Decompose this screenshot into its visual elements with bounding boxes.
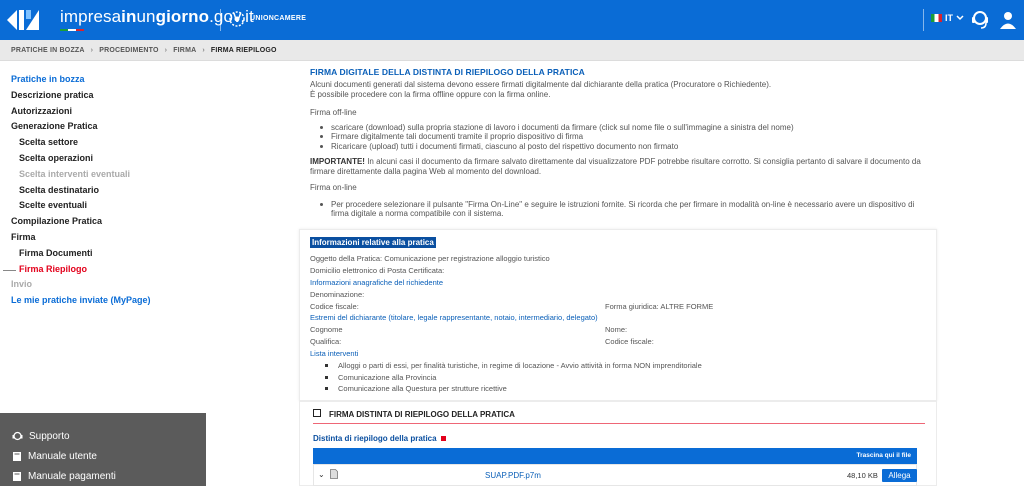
sidebar-item-scelta-destinatario[interactable]: Scelta destinatario [0, 183, 206, 199]
online-title: Firma on-line [310, 183, 357, 192]
header-divider [220, 9, 221, 31]
sidebar-item-invio: Invio [11, 279, 33, 290]
offline-steps-list: scaricare (download) sulla propria stazi… [319, 123, 929, 151]
payments-manual-link[interactable]: Manuale pagamenti [0, 466, 206, 486]
breadcrumb-item[interactable]: PRATICHE IN BOZZA [11, 47, 85, 54]
list-item: Ricaricare (upload) tutti i documenti fi… [319, 142, 929, 151]
logo-icon [7, 10, 39, 30]
attach-button[interactable]: Allega [882, 469, 917, 482]
support-link[interactable]: Supporto [0, 426, 206, 446]
sidebar-item-compilazione-pratica[interactable]: Compilazione Pratica [0, 214, 206, 230]
practice-info-panel: Informazioni relative alla pratica Ogget… [299, 229, 937, 401]
user-manual-link[interactable]: Manuale utente [0, 446, 206, 466]
support-icon [12, 431, 23, 440]
language-label: IT [945, 13, 953, 23]
info-anagrafiche-heading: Informazioni anagrafiche del richiedente [310, 278, 443, 287]
list-item: Comunicazione alla Provincia [320, 372, 702, 384]
chevron-down-icon[interactable]: ⌄ [318, 470, 325, 479]
sidebar-item-descrizione-pratica[interactable]: Descrizione pratica [0, 88, 206, 104]
help-headset-icon[interactable] [970, 9, 990, 31]
italy-flag-icon [931, 14, 942, 22]
intro-line-2: È possibile procedere con la firma offli… [310, 89, 551, 99]
breadcrumb-item[interactable]: PROCEDIMENTO [99, 47, 158, 54]
chevron-right-icon: › [202, 46, 205, 54]
list-item: Firmare digitalmente tali documenti tram… [319, 132, 929, 141]
italian-flag-stripe [60, 29, 84, 31]
info-codice-fiscale: Codice fiscale: [310, 302, 359, 311]
main-content: FIRMA DIGITALE DELLA DISTINTA DI RIEPILO… [206, 61, 1024, 486]
list-item: scaricare (download) sulla propria stazi… [319, 123, 929, 132]
user-icon[interactable] [998, 9, 1018, 31]
required-marker-icon [440, 436, 446, 441]
file-row: ⌄ SUAP.PDF.p7m 48,10 KB Allega [313, 464, 917, 486]
site-logo[interactable] [0, 0, 46, 40]
info-domicilio: Domicilio elettronico di Posta Certifica… [310, 266, 445, 275]
sign-panel: FIRMA DISTINTA DI RIEPILOGO DELLA PRATIC… [299, 401, 937, 486]
list-item: Per procedere selezionare il pulsante "F… [319, 200, 929, 219]
brand-name[interactable]: impresainungiorno.gov.it [60, 7, 254, 27]
info-codice-fiscale-dichiarante: Codice fiscale: [605, 337, 654, 346]
distinta-label-text: Distinta di riepilogo della pratica [313, 434, 437, 443]
chevron-right-icon: › [164, 46, 168, 54]
language-selector[interactable]: IT [931, 13, 964, 23]
online-steps-list: Per procedere selezionare il pulsante "F… [319, 200, 929, 219]
sidebar-item-scelta-interventi-eventuali: Scelta interventi eventuali [19, 168, 131, 179]
info-lista-interventi-heading: Lista interventi [310, 349, 359, 358]
file-name-link[interactable]: SUAP.PDF.p7m [485, 471, 541, 480]
support-label: Supporto [29, 430, 70, 442]
important-text: In alcuni casi il documento da firmare s… [310, 157, 921, 176]
sidebar-item-firma[interactable]: Firma [0, 230, 206, 246]
info-oggetto: Oggetto della Pratica: Comunicazione per… [310, 254, 550, 263]
book-icon [13, 471, 21, 481]
sidebar-item-mypage[interactable]: Le mie pratiche inviate (MyPage) [0, 293, 206, 309]
sidebar-item-scelte-eventuali[interactable]: Scelte eventuali [0, 198, 206, 214]
top-header: impresainungiorno.gov.it UNIONCAMERE IT [0, 0, 1024, 40]
payments-manual-label: Manuale pagamenti [28, 470, 116, 482]
file-icon[interactable] [330, 469, 338, 479]
sidebar-item-scelta-operazioni[interactable]: Scelta operazioni [0, 151, 206, 167]
sign-checkbox[interactable] [313, 409, 321, 417]
sidebar-item-scelta-settore[interactable]: Scelta settore [0, 135, 206, 151]
breadcrumb: PRATICHE IN BOZZA › PROCEDIMENTO › FIRMA… [0, 40, 1024, 61]
info-denominazione: Denominazione: [310, 290, 365, 299]
file-drop-zone[interactable]: Trascina qui il file [313, 448, 917, 464]
info-cognome: Cognome [310, 325, 343, 334]
breadcrumb-current: FIRMA RIEPILOGO [210, 46, 277, 54]
unioncamere-logo-icon [229, 11, 245, 27]
info-estremi-heading: Estremi del dichiarante (titolare, legal… [310, 313, 598, 322]
info-heading: Informazioni relative alla pratica [310, 237, 436, 248]
distinta-label: Distinta di riepilogo della pratica [313, 434, 446, 443]
sidebar: Pratiche in bozza Descrizione pratica Au… [0, 61, 206, 486]
sidebar-item-firma-riepilogo[interactable]: Firma Riepilogo [0, 262, 206, 278]
user-manual-label: Manuale utente [28, 450, 97, 462]
sidebar-footer: Supporto Manuale utente Manuale pagament… [0, 413, 206, 486]
file-size: 48,10 KB [847, 471, 878, 480]
sidebar-item-pratiche-in-bozza[interactable]: Pratiche in bozza [0, 72, 206, 88]
chevron-right-icon: › [90, 46, 94, 54]
breadcrumb-item[interactable]: FIRMA [173, 47, 196, 54]
intro-line-1: Alcuni documenti generati dal sistema de… [310, 80, 772, 89]
book-icon [13, 451, 21, 461]
info-qualifica: Qualifica: [310, 337, 342, 346]
list-item: Comunicazione alla Questura per struttur… [320, 383, 702, 395]
list-item: Alloggi o parti di essi, per finalità tu… [320, 360, 702, 372]
sidebar-item-firma-documenti[interactable]: Firma Documenti [0, 246, 206, 262]
sidebar-item-generazione-pratica[interactable]: Generazione Pratica [0, 119, 206, 135]
sidebar-item-autorizzazioni[interactable]: Autorizzazioni [0, 104, 206, 120]
info-nome: Nome: [605, 325, 628, 334]
offline-title: Firma off-line [310, 108, 357, 117]
partner-name[interactable]: UNIONCAMERE [250, 15, 306, 22]
intro-text: Alcuni documenti generati dal sistema de… [310, 80, 930, 99]
sidebar-menu: Pratiche in bozza Descrizione pratica Au… [0, 72, 206, 309]
important-label: IMPORTANTE! [310, 157, 365, 166]
info-forma-giuridica: Forma giuridica: ALTRE FORME [605, 302, 714, 311]
divider [313, 423, 925, 424]
interventi-list: Alloggi o parti di essi, per finalità tu… [320, 360, 702, 395]
sign-panel-title: FIRMA DISTINTA DI RIEPILOGO DELLA PRATIC… [329, 410, 515, 419]
chevron-down-icon [956, 15, 964, 21]
important-note: IMPORTANTE! In alcuni casi il documento … [310, 157, 930, 176]
page-title: FIRMA DIGITALE DELLA DISTINTA DI RIEPILO… [310, 67, 585, 77]
header-divider [923, 9, 924, 31]
